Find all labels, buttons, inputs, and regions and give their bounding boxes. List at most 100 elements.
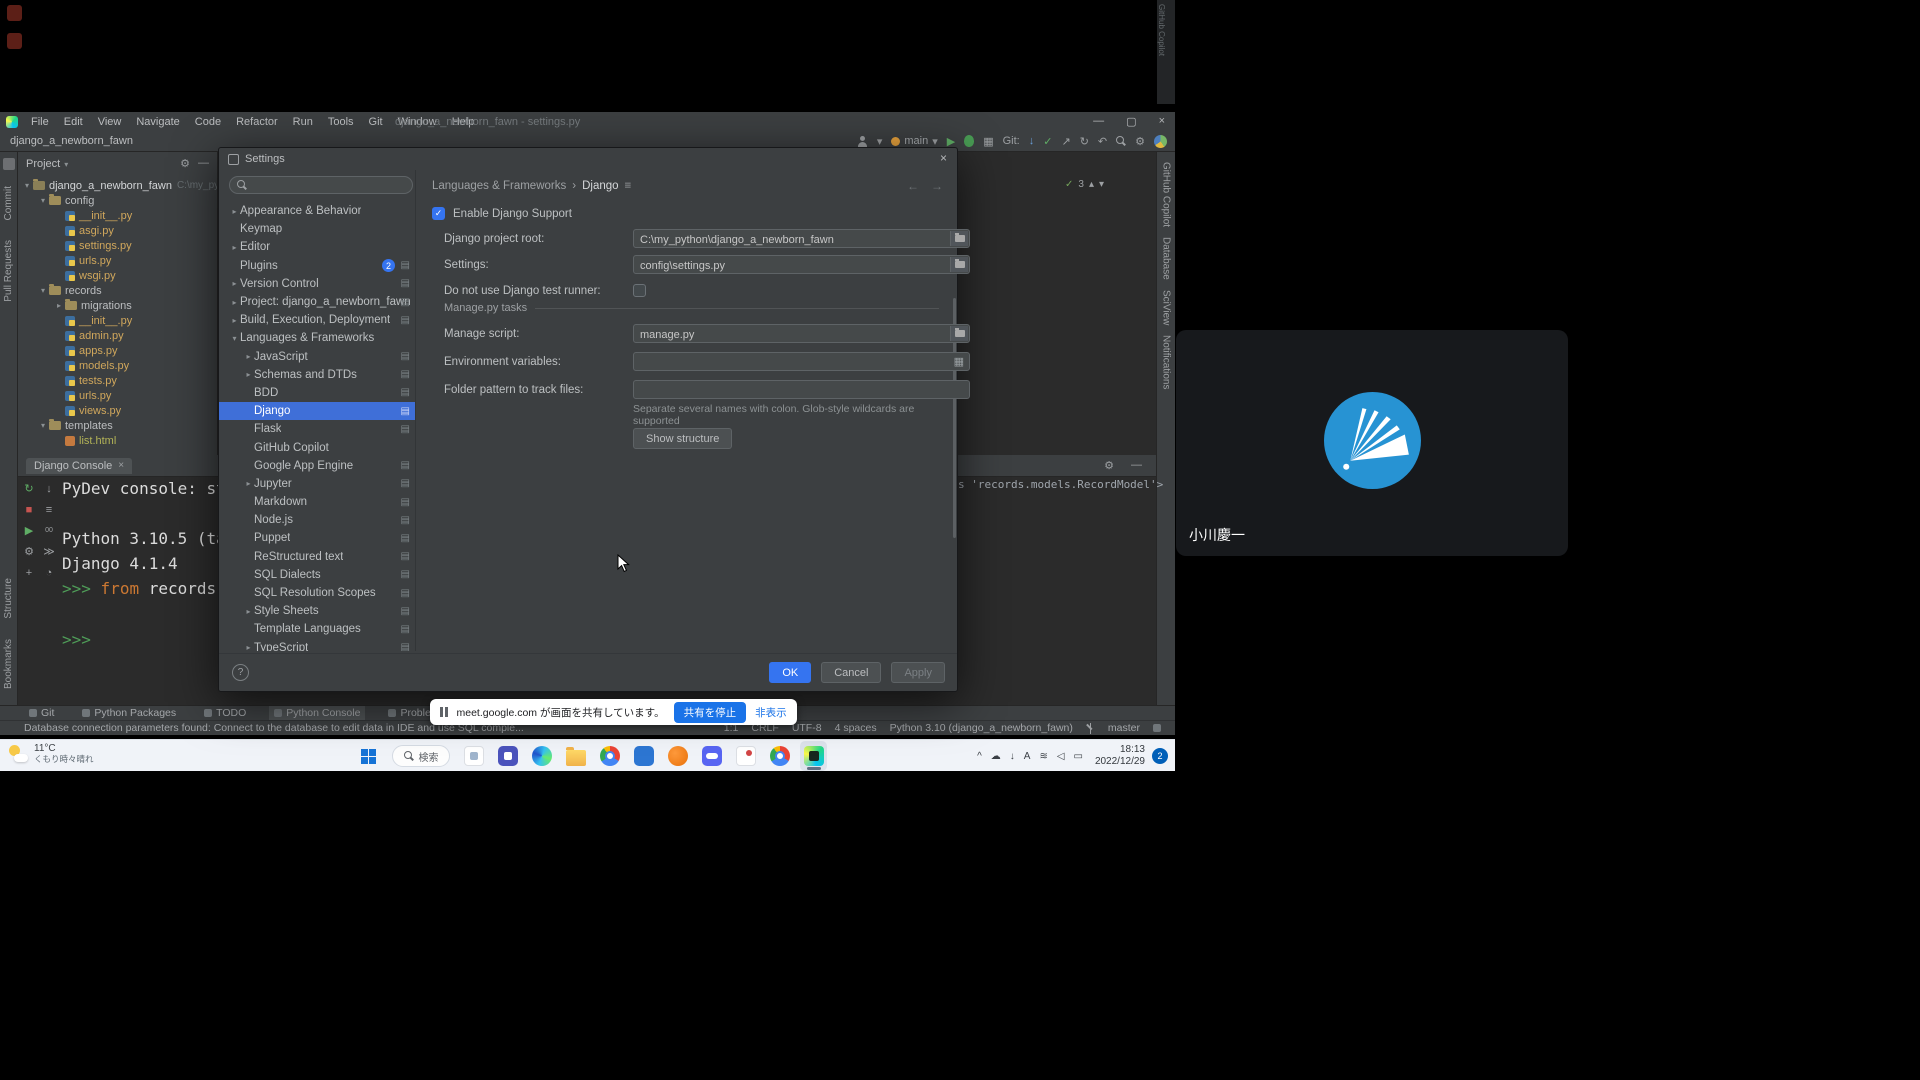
settings-tree-item[interactable]: ▸ TypeScript ▤ <box>219 639 415 652</box>
settings-tree-item[interactable]: Template Languages ▤ <box>219 620 415 638</box>
ime-icon[interactable]: A <box>1024 751 1031 762</box>
project-tool-icon[interactable] <box>3 158 15 170</box>
settings-tree-item[interactable]: Node.js ▤ <box>219 511 415 529</box>
user-icon[interactable] <box>857 136 868 147</box>
app-blue-icon[interactable] <box>630 741 657 771</box>
project-tree-item[interactable]: list.html <box>18 433 217 448</box>
settings-tree-item[interactable]: Markdown ▤ <box>219 493 415 511</box>
project-tree-item[interactable]: ▾ config <box>18 193 217 208</box>
project-tree-item[interactable]: __init__.py <box>18 208 217 223</box>
env-vars-input[interactable] <box>634 355 969 372</box>
settings-tree-item[interactable]: Google App Engine ▤ <box>219 457 415 475</box>
settings-gear-icon[interactable]: ⚙ <box>1135 135 1145 148</box>
project-tree-item[interactable]: apps.py <box>18 343 217 358</box>
back-arrow-icon[interactable]: ← <box>907 179 919 193</box>
git-commit-icon[interactable]: ✓ <box>1043 135 1052 148</box>
participant-tile[interactable]: 小川慶一 <box>1176 330 1568 556</box>
new-console-icon[interactable]: + <box>26 567 32 579</box>
start-button[interactable] <box>352 741 384 771</box>
project-tree-item[interactable]: asgi.py <box>18 223 217 238</box>
hide-button[interactable]: 非表示 <box>755 705 787 720</box>
settings-tree-item[interactable]: GitHub Copilot ▤ <box>219 438 415 456</box>
project-tree-item[interactable]: tests.py <box>18 373 217 388</box>
test-runner-checkbox[interactable] <box>633 284 646 297</box>
prev-problem-icon[interactable]: ▴ <box>1089 179 1094 190</box>
undo-icon[interactable]: ↶ <box>1098 135 1107 148</box>
menu-item[interactable]: Tools <box>328 116 354 128</box>
tool-window-tab[interactable]: Git <box>24 706 59 720</box>
project-tree-item[interactable]: settings.py <box>18 238 217 253</box>
taskview-icon[interactable] <box>460 741 487 771</box>
notification-badge[interactable]: 2 <box>1152 748 1168 764</box>
tool-window-tab[interactable]: Python Console <box>269 706 365 720</box>
browse-button[interactable] <box>950 257 968 272</box>
pycharm-icon[interactable] <box>800 741 827 771</box>
git-branch[interactable]: master <box>1108 722 1140 734</box>
project-tree-item[interactable]: urls.py <box>18 388 217 403</box>
settings-tree-item[interactable]: ▸ JavaScript ▤ <box>219 348 415 366</box>
breadcrumb-parent[interactable]: Languages & Frameworks <box>432 180 566 192</box>
settings-tree-item[interactable]: ▸ Jupyter ▤ <box>219 475 415 493</box>
tool-window-button[interactable]: GitHub Copilot <box>1161 162 1172 227</box>
close-button[interactable]: × <box>1159 115 1165 128</box>
project-tree-item[interactable]: __init__.py <box>18 313 217 328</box>
console-tab[interactable]: Django Console × <box>26 458 132 474</box>
tool-window-button[interactable]: Pull Requests <box>3 240 14 302</box>
browse-button[interactable] <box>950 231 968 246</box>
ok-button[interactable]: OK <box>769 662 811 683</box>
project-panel-header[interactable]: Project ▾ ⚙ — <box>18 152 217 176</box>
git-push-icon[interactable]: ↗ <box>1061 135 1070 148</box>
edge-icon[interactable] <box>528 741 555 771</box>
enable-django-checkbox[interactable]: ✓ <box>432 207 445 220</box>
search-icon[interactable] <box>1116 136 1126 146</box>
settings-tree-item[interactable]: Puppet ▤ <box>219 529 415 547</box>
settings-tree-item[interactable]: Flask ▤ <box>219 420 415 438</box>
manage-script-input[interactable] <box>634 327 969 344</box>
settings-tree-item[interactable]: ▸ Style Sheets ▤ <box>219 602 415 620</box>
tool-window-button[interactable]: Bookmarks <box>3 639 14 689</box>
settings-tree-item[interactable]: SQL Resolution Scopes ▤ <box>219 584 415 602</box>
variables-icon[interactable]: 00 <box>45 525 53 537</box>
file-encoding[interactable]: UTF-8 <box>792 722 822 734</box>
wifi-icon[interactable]: ≋ <box>1039 751 1047 762</box>
indent-setting[interactable]: 4 spaces <box>835 722 877 734</box>
tray-expand-icon[interactable]: ^ <box>977 751 982 762</box>
tool-window-button[interactable]: Structure <box>3 578 14 619</box>
browse-button[interactable] <box>950 326 968 341</box>
stop-icon[interactable]: ■ <box>26 504 33 516</box>
menu-item[interactable]: Refactor <box>236 116 278 128</box>
battery-icon[interactable]: ▭ <box>1074 751 1083 762</box>
taskbar-search[interactable]: 検索 <box>392 745 450 767</box>
project-tree-item[interactable]: models.py <box>18 358 217 373</box>
env-vars-browse-icon[interactable]: ▦ <box>954 355 964 368</box>
project-tree-item[interactable]: ▾ records <box>18 283 217 298</box>
user-caret-icon[interactable]: ▾ <box>877 135 883 148</box>
show-structure-button[interactable]: Show structure <box>633 428 732 449</box>
settings-tree-item[interactable]: ▸ Appearance & Behavior ▤ <box>219 202 415 220</box>
project-tree-item[interactable]: admin.py <box>18 328 217 343</box>
panel-settings-icon[interactable]: ⚙ <box>180 157 190 170</box>
history-icon[interactable]: ↻ <box>1080 135 1089 148</box>
notifications-bell-icon[interactable] <box>1153 724 1161 732</box>
menu-item[interactable]: Edit <box>64 116 83 128</box>
tool-window-button[interactable]: Notifications <box>1161 335 1172 389</box>
cancel-button[interactable]: Cancel <box>821 662 881 683</box>
project-tree-item[interactable]: ▾ django_a_newborn_fawn C:\my_pytho... <box>18 178 217 193</box>
settings-tree-item[interactable]: ▸ Build, Execution, Deployment ▤ <box>219 311 415 329</box>
settings-tree-item[interactable]: Django ▤ <box>219 402 415 420</box>
stop-sharing-button[interactable]: 共有を停止 <box>674 702 747 723</box>
settings-tree-item[interactable]: BDD ▤ <box>219 384 415 402</box>
run-icon[interactable]: ▶ <box>947 135 955 148</box>
layout-icon[interactable]: ▦ <box>983 135 993 148</box>
weather-widget[interactable]: 11°C くもり時々晴れ <box>8 743 94 764</box>
timer-icon[interactable]: ◔ <box>46 567 53 579</box>
minimize-button[interactable]: — <box>1093 115 1104 128</box>
settings-tree-item[interactable]: ▾ Languages & Frameworks ▤ <box>219 329 415 347</box>
rerun-icon[interactable]: ↻ <box>24 483 33 495</box>
taskbar-clock[interactable]: 18:13 2022/12/29 <box>1095 744 1145 768</box>
console-minimize-icon[interactable]: — <box>1131 459 1142 472</box>
project-tree-item[interactable]: wsgi.py <box>18 268 217 283</box>
cloud-icon[interactable]: ☁ <box>991 751 1001 762</box>
explorer-icon[interactable] <box>562 741 589 771</box>
menu-item[interactable]: Run <box>293 116 313 128</box>
